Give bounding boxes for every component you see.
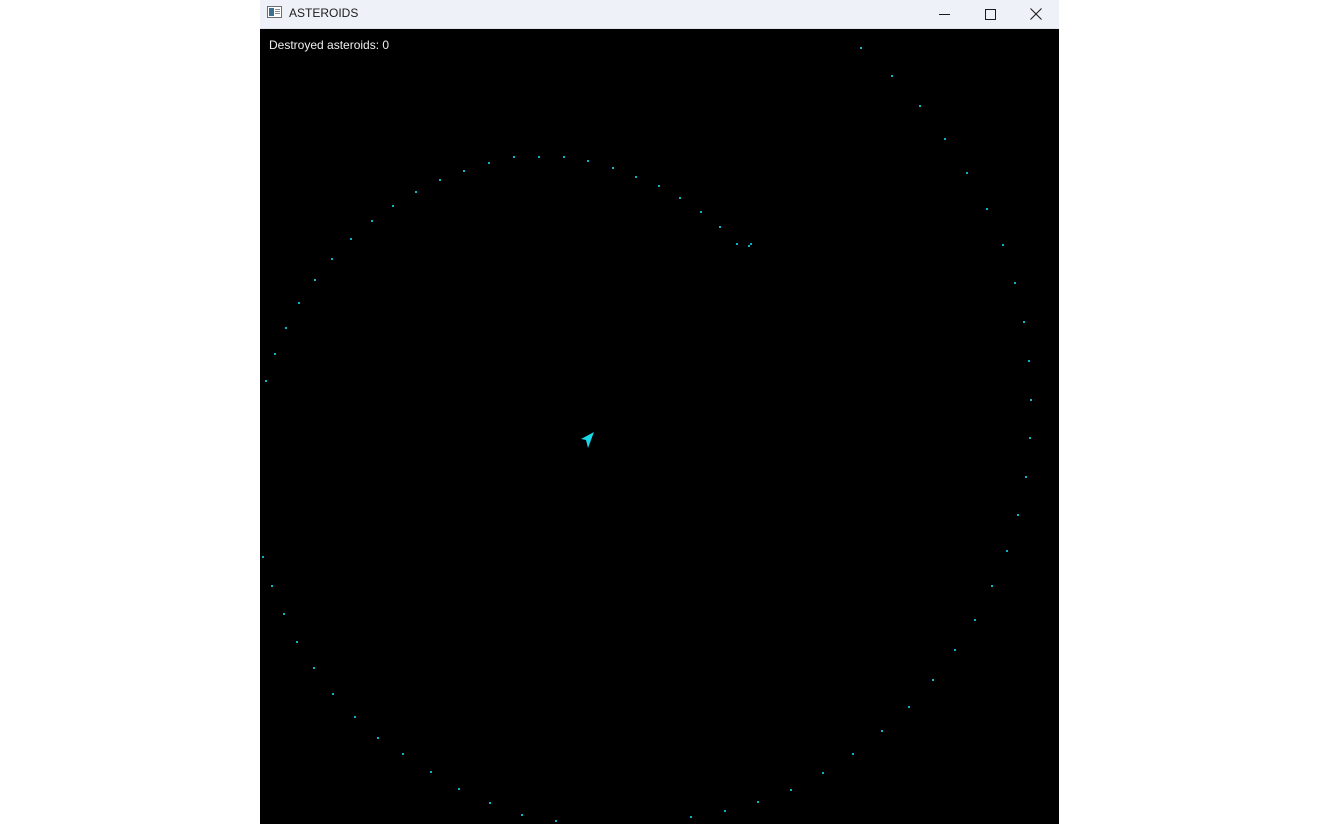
projectile-dot bbox=[271, 585, 273, 587]
projectile-dot bbox=[538, 156, 540, 158]
projectile-dot bbox=[944, 138, 946, 140]
ship-icon bbox=[581, 432, 594, 448]
projectile-dot bbox=[377, 737, 379, 739]
projectile-dot bbox=[719, 226, 721, 228]
projectile-dot bbox=[314, 279, 316, 281]
projectile-dot bbox=[371, 220, 373, 222]
close-button[interactable] bbox=[1013, 0, 1059, 28]
window-title: ASTEROIDS bbox=[289, 6, 359, 20]
projectile-dot bbox=[439, 179, 441, 181]
projectile-dot bbox=[1023, 321, 1025, 323]
projectile-dot bbox=[1028, 360, 1030, 362]
projectile-dot bbox=[966, 172, 968, 174]
maximize-icon bbox=[984, 8, 996, 20]
projectile-dot bbox=[1030, 399, 1032, 401]
projectile-dot bbox=[458, 788, 460, 790]
score-label: Destroyed asteroids: bbox=[269, 38, 380, 52]
projectile-dot bbox=[262, 556, 264, 558]
projectile-dot bbox=[757, 801, 759, 803]
app-icon bbox=[267, 6, 282, 18]
projectile-dot bbox=[488, 162, 490, 164]
projectile-dot bbox=[521, 814, 523, 816]
projectile-dot bbox=[350, 238, 352, 240]
projectile-dot bbox=[331, 258, 333, 260]
projectile-dot bbox=[265, 380, 267, 382]
projectile-dot bbox=[881, 730, 883, 732]
projectile-dot bbox=[679, 197, 681, 199]
projectile-dot bbox=[392, 205, 394, 207]
projectile-dot bbox=[919, 105, 921, 107]
projectile-dot bbox=[748, 245, 750, 247]
projectile-dot bbox=[354, 716, 356, 718]
destroyed-asteroids-counter: Destroyed asteroids: 0 bbox=[269, 38, 389, 52]
projectile-dot bbox=[736, 243, 738, 245]
projectile-dot bbox=[908, 706, 910, 708]
projectile-dot bbox=[313, 667, 315, 669]
projectile-dot bbox=[489, 802, 491, 804]
projectile-dot bbox=[402, 753, 404, 755]
projectile-dot bbox=[513, 156, 515, 158]
game-window: ASTEROIDS Destroyed asteroids: 0 bbox=[260, 0, 1059, 824]
projectile-dot bbox=[298, 302, 300, 304]
projectile-dot bbox=[932, 679, 934, 681]
projectile-dot bbox=[332, 693, 334, 695]
projectile-dot bbox=[891, 75, 893, 77]
close-icon bbox=[1030, 8, 1042, 20]
projectile-dot bbox=[974, 619, 976, 621]
game-canvas[interactable]: Destroyed asteroids: 0 bbox=[260, 29, 1059, 824]
projectile-dot bbox=[991, 585, 993, 587]
projectile-dot bbox=[1029, 437, 1031, 439]
projectile-dot bbox=[1006, 550, 1008, 552]
projectile-dot bbox=[822, 772, 824, 774]
projectile-dot bbox=[587, 160, 589, 162]
projectile-dot bbox=[274, 353, 276, 355]
projectile-dot bbox=[430, 771, 432, 773]
projectile-dot bbox=[296, 641, 298, 643]
projectile-dot bbox=[563, 156, 565, 158]
projectile-dot bbox=[1002, 244, 1004, 246]
projectile-dot bbox=[700, 211, 702, 213]
projectile-dot bbox=[415, 191, 417, 193]
projectile-dot bbox=[690, 816, 692, 818]
projectile-dot bbox=[658, 185, 660, 187]
title-bar[interactable]: ASTEROIDS bbox=[260, 0, 1059, 29]
projectile-dot bbox=[283, 613, 285, 615]
maximize-button[interactable] bbox=[967, 0, 1013, 28]
projectile-dot bbox=[852, 753, 854, 755]
projectile-dot bbox=[1017, 514, 1019, 516]
minimize-icon bbox=[938, 13, 950, 15]
projectile-dot bbox=[986, 208, 988, 210]
projectile-dot bbox=[724, 810, 726, 812]
projectile-dot bbox=[635, 176, 637, 178]
projectile-dot bbox=[612, 167, 614, 169]
projectile-dot bbox=[555, 820, 557, 822]
projectile-dot bbox=[1025, 476, 1027, 478]
projectile-dot bbox=[790, 789, 792, 791]
projectile-dot bbox=[860, 47, 862, 49]
minimize-button[interactable] bbox=[921, 0, 967, 28]
score-value: 0 bbox=[382, 38, 390, 52]
projectile-dot bbox=[285, 327, 287, 329]
projectile-dot bbox=[463, 170, 465, 172]
projectile-dot bbox=[954, 649, 956, 651]
projectile-dot bbox=[1014, 282, 1016, 284]
projectile-dot bbox=[750, 243, 752, 245]
